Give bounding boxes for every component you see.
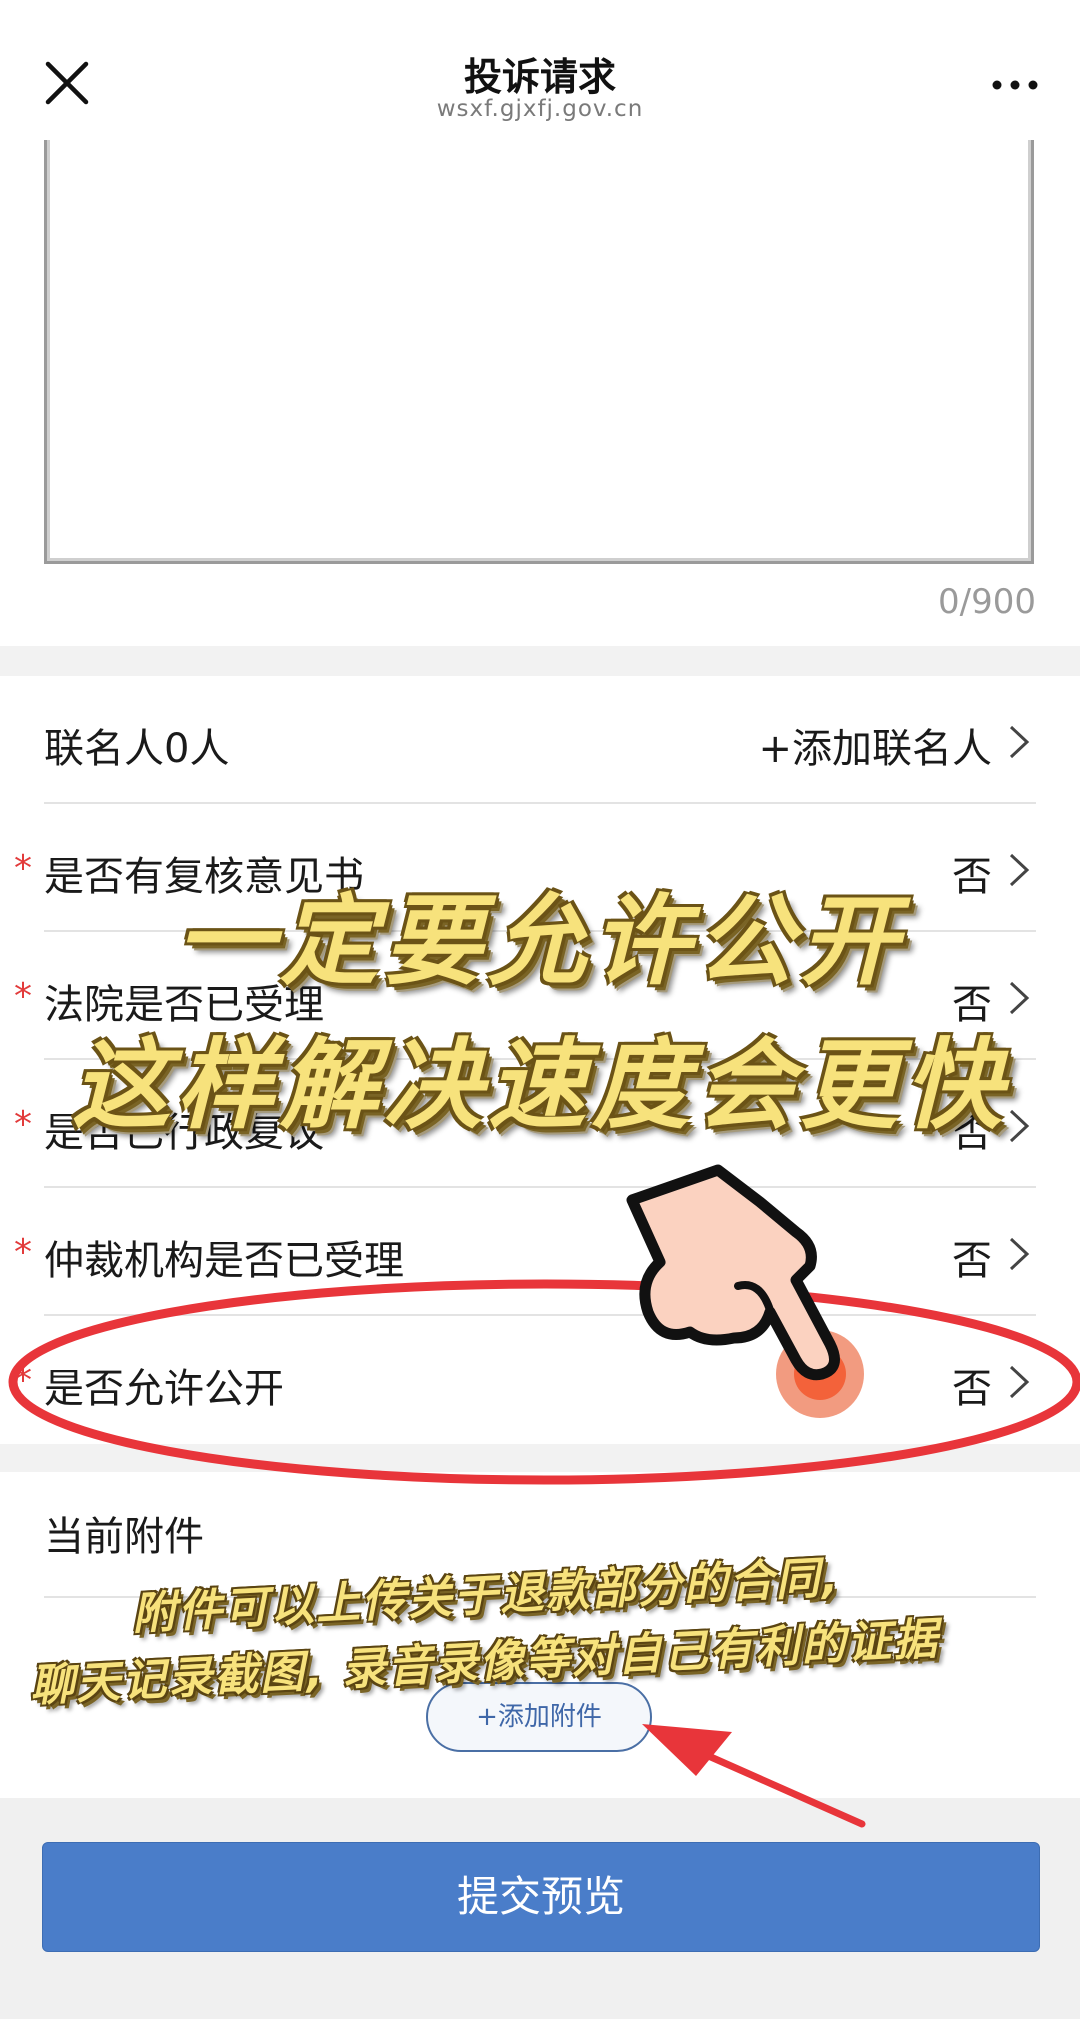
bottom-bar: 提交预览 [0,1798,1080,2019]
nav-header: 投诉请求 wsxf.gjxfj.gov.cn [0,0,1080,140]
annotation-headline-1: 一定要允许公开 [175,885,904,999]
red-arrow-icon [642,1724,866,1828]
more-dots-icon[interactable] [990,70,1040,100]
chevron-right-icon [1009,1237,1030,1271]
complaint-textarea[interactable] [44,140,1034,564]
pointing-hand-icon [626,1164,864,1418]
submit-preview-button[interactable]: 提交预览 [42,1842,1040,1952]
required-mark: * [14,1232,32,1273]
page-title: 投诉请求 [463,55,616,99]
row-cosigners[interactable]: 联名人0人 +添加联名人 [0,676,1080,804]
add-cosigner-link[interactable]: +添加联名人 [758,716,992,774]
row-label: 联名人0人 [44,726,230,772]
highlight-ellipse [8,1279,1080,1485]
section-gap [0,646,1080,676]
chevron-right-icon [1009,725,1030,759]
page-domain: wsxf.gjxfj.gov.cn [436,96,644,122]
char-counter: 0/900 [938,582,1036,622]
add-attachment-button[interactable]: +添加附件 [426,1682,652,1752]
attachments-label: 当前附件 [44,1514,204,1560]
annotation-headline-2: 这样解决速度会更快 [71,1029,1008,1143]
